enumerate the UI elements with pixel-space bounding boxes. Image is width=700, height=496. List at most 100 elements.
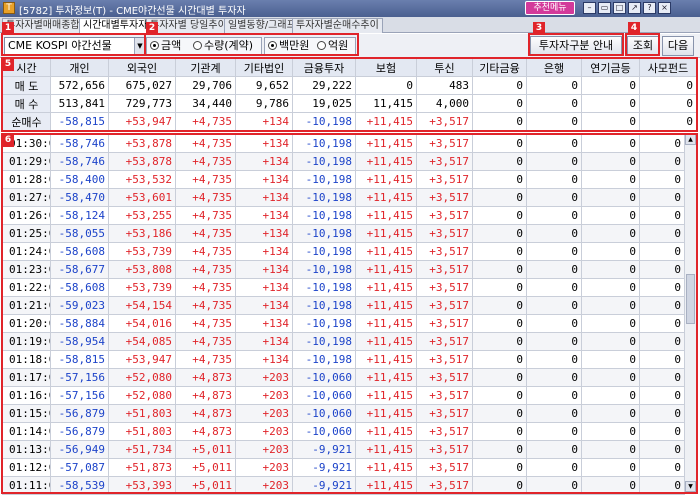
table-row[interactable]: 01:29:00-58,746+53,878+4,735+134-10,198+…	[2, 152, 685, 171]
value-cell: 0	[526, 224, 582, 243]
market-select[interactable]: CME KOSPI 야간선물 ▼	[4, 37, 146, 55]
col-header-private-fund[interactable]: 사모펀드	[639, 58, 697, 77]
col-header-other-fin[interactable]: 기타금융	[472, 58, 527, 77]
summary-cell: -10,198	[292, 112, 356, 131]
summary-row[interactable]: 순매수 -58,815 +53,947 +4,735 +134 -10,198 +11,41…	[2, 112, 697, 131]
value-cell: +4,735	[175, 350, 236, 369]
annotation-badge-4: 4	[628, 22, 640, 35]
table-row[interactable]: 01:17:00-57,156+52,080+4,873+203-10,060+…	[2, 368, 685, 387]
minimize-icon[interactable]: –	[583, 2, 596, 14]
table-row[interactable]: 01:21:00-59,023+54,154+4,735+134-10,198+…	[2, 296, 685, 315]
value-cell: 0	[581, 314, 640, 333]
summary-row[interactable]: 매 도 572,656 675,027 29,706 9,652 29,222 0 483 0 0…	[2, 76, 697, 95]
radio-hundred-million-won[interactable]: 억원	[317, 38, 348, 54]
col-header-fin-invest[interactable]: 금융투자	[292, 58, 356, 77]
table-row[interactable]: 01:25:00-58,055+53,186+4,735+134-10,198+…	[2, 224, 685, 243]
value-cell: 0	[581, 386, 640, 405]
table-row[interactable]: 01:16:00-57,156+52,080+4,873+203-10,060+…	[2, 386, 685, 405]
value-cell: +11,415	[355, 458, 417, 477]
next-button[interactable]: 다음	[662, 36, 694, 56]
summary-row-label: 순매수	[2, 112, 51, 131]
summary-row[interactable]: 매 수 513,841 729,773 34,440 9,786 19,025 11,415…	[2, 94, 697, 113]
value-cell: 0	[526, 332, 582, 351]
link-icon[interactable]: ↗	[628, 2, 641, 14]
scroll-thumb[interactable]	[686, 274, 695, 324]
table-row[interactable]: 01:30:00-58,746+53,878+4,735+134-10,198+…	[2, 134, 685, 153]
value-cell: +11,415	[355, 134, 417, 153]
col-header-trust[interactable]: 투신	[416, 58, 473, 77]
table-row[interactable]: 01:28:00-58,400+53,532+4,735+134-10,198+…	[2, 170, 685, 189]
time-cell: 01:14:00	[2, 422, 51, 441]
table-row[interactable]: 01:24:00-58,608+53,739+4,735+134-10,198+…	[2, 242, 685, 261]
radio-million-won[interactable]: 백만원	[268, 38, 309, 54]
col-header-other-corp[interactable]: 기타법인	[235, 58, 293, 77]
scroll-down-icon[interactable]: ▼	[685, 481, 696, 492]
value-cell: +4,873	[175, 368, 236, 387]
tab-net-buy-trend[interactable]: 투자자별순매수추이	[292, 18, 383, 33]
col-header-institution[interactable]: 기관계	[175, 58, 236, 77]
tab-bar: 투자자별매매종합 시간대별투자자 투자자별 당일추이 일별동향/그래프 투자자별…	[0, 17, 700, 33]
summary-cell: +3,517	[416, 112, 473, 131]
close-icon[interactable]: ×	[658, 2, 671, 14]
time-cell: 01:27:00	[2, 188, 51, 207]
summary-cell: +11,415	[355, 112, 417, 131]
value-cell: 0	[526, 242, 582, 261]
table-row[interactable]: 01:13:00-56,949+51,734+5,011+203-9,921+1…	[2, 440, 685, 459]
value-cell: +3,517	[416, 332, 473, 351]
radio-quantity[interactable]: 수량(계약)	[193, 38, 253, 54]
table-row[interactable]: 01:20:00-58,884+54,016+4,735+134-10,198+…	[2, 314, 685, 333]
value-cell: 0	[526, 368, 582, 387]
value-cell: 0	[526, 260, 582, 279]
tab-investor-daily-trend[interactable]: 투자자별 당일추이	[146, 18, 231, 33]
value-cell: 0	[472, 458, 527, 477]
col-header-pension[interactable]: 연기금등	[581, 58, 640, 77]
maximize-icon[interactable]: □	[613, 2, 626, 14]
value-cell: +3,517	[416, 278, 473, 297]
value-cell: 0	[526, 386, 582, 405]
summary-cell: 29,706	[175, 76, 236, 95]
table-row[interactable]: 01:12:00-57,087+51,873+5,011+203-9,921+1…	[2, 458, 685, 477]
value-cell: +11,415	[355, 170, 417, 189]
value-cell: 0	[472, 440, 527, 459]
time-cell: 01:26:00	[2, 206, 51, 225]
summary-cell: +4,735	[175, 112, 236, 131]
value-cell: +134	[235, 332, 293, 351]
value-cell: 0	[581, 422, 640, 441]
help-icon[interactable]: ?	[643, 2, 656, 14]
tab-time-investor[interactable]: 시간대별투자자	[79, 18, 152, 33]
query-button[interactable]: 조회	[627, 36, 659, 56]
table-row[interactable]: 01:11:00-58,539+53,393+5,011+203-9,921+1…	[2, 476, 685, 495]
col-header-individual[interactable]: 개인	[50, 58, 109, 77]
table-row[interactable]: 01:26:00-58,124+53,255+4,735+134-10,198+…	[2, 206, 685, 225]
value-cell: 0	[581, 440, 640, 459]
recommend-menu-button[interactable]: 추천메뉴	[525, 1, 575, 15]
value-cell: 0	[526, 350, 582, 369]
table-row[interactable]: 01:18:00-58,815+53,947+4,735+134-10,198+…	[2, 350, 685, 369]
table-row[interactable]: 01:23:00-58,677+53,808+4,735+134-10,198+…	[2, 260, 685, 279]
summary-header-row: 시간 개인 외국인 기관계 기타법인 금융투자 보험 투신 기타금융 은행 연기…	[2, 58, 697, 77]
value-cell: +5,011	[175, 458, 236, 477]
value-cell: +3,517	[416, 206, 473, 225]
tab-investor-summary[interactable]: 투자자별매매종합	[2, 18, 84, 33]
vertical-scrollbar[interactable]: ▲ ▼	[684, 134, 696, 492]
table-row[interactable]: 01:15:00-56,879+51,803+4,873+203-10,060+…	[2, 404, 685, 423]
col-header-bank[interactable]: 은행	[526, 58, 582, 77]
table-row[interactable]: 01:27:00-58,470+53,601+4,735+134-10,198+…	[2, 188, 685, 207]
col-header-insurance[interactable]: 보험	[355, 58, 417, 77]
value-cell: +11,415	[355, 278, 417, 297]
value-cell: 0	[639, 260, 685, 279]
table-row[interactable]: 01:22:00-58,608+53,739+4,735+134-10,198+…	[2, 278, 685, 297]
investor-type-guide-button[interactable]: 투자자구분 안내	[530, 36, 622, 56]
radio-amount[interactable]: 금액	[150, 38, 181, 54]
value-cell: 0	[526, 206, 582, 225]
scroll-up-icon[interactable]: ▲	[685, 134, 696, 145]
restore-icon[interactable]: ▭	[598, 2, 611, 14]
chevron-down-icon[interactable]: ▼	[134, 38, 145, 54]
value-cell: 0	[472, 404, 527, 423]
table-row[interactable]: 01:19:00-58,954+54,085+4,735+134-10,198+…	[2, 332, 685, 351]
table-row[interactable]: 01:14:00-56,879+51,803+4,873+203-10,060+…	[2, 422, 685, 441]
summary-cell: 0	[472, 76, 527, 95]
tab-daily-graph[interactable]: 일별동향/그래프	[224, 18, 300, 33]
time-cell: 01:29:00	[2, 152, 51, 171]
col-header-foreign[interactable]: 외국인	[108, 58, 176, 77]
